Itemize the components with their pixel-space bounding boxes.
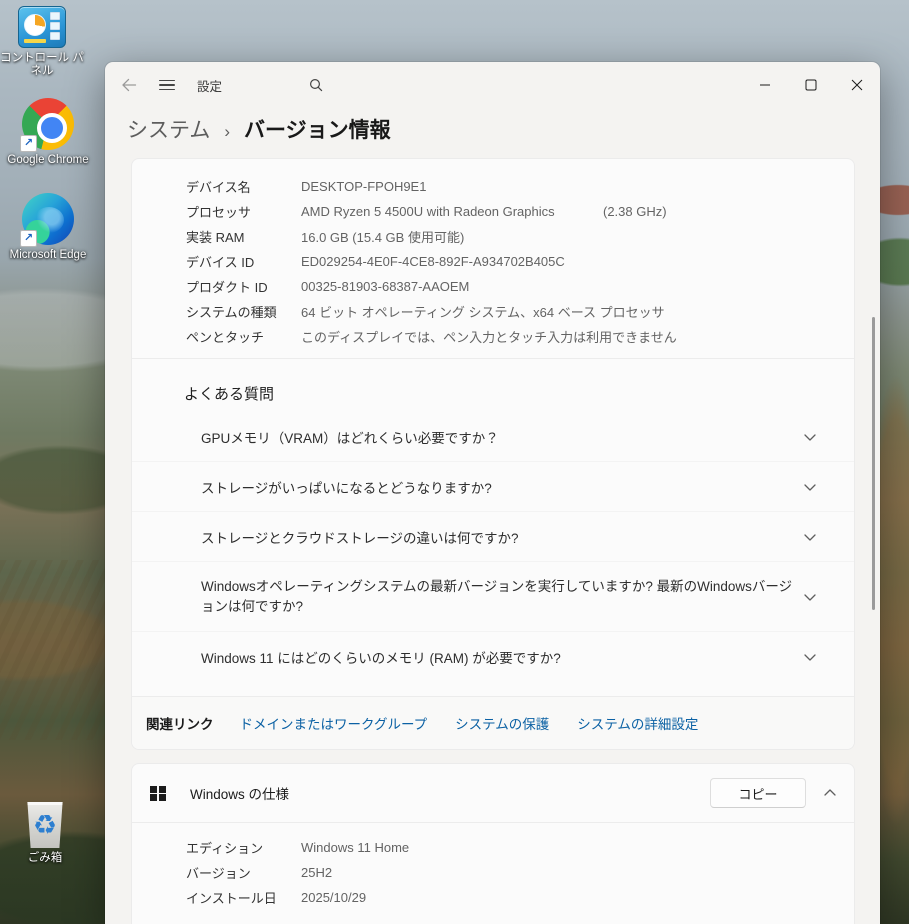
spec-value: 16.0 GB (15.4 GB 使用可能) [301, 227, 464, 246]
related-links-bar: 関連リンク ドメインまたはワークグループ システムの保護 システムの詳細設定 [132, 696, 854, 749]
title-bar: 設定 [105, 62, 880, 108]
desktop-icon-label: コントロール パネル [0, 52, 84, 78]
faq-item-vram[interactable]: GPUメモリ（VRAM）はどれくらい必要ですか？ [132, 412, 854, 462]
close-button[interactable] [834, 62, 880, 108]
search-icon[interactable] [308, 77, 324, 93]
node-glyph [50, 22, 60, 30]
shortcut-arrow-icon: ↗ [20, 230, 37, 247]
spec-label: エディション [186, 838, 301, 857]
caption-buttons [742, 62, 880, 108]
edge-icon: ↗ [22, 193, 74, 245]
desktop-icon-label: Microsoft Edge [6, 249, 90, 262]
control-panel-icon [18, 6, 66, 48]
spec-row-device-id: デバイス ID ED029254-4E0F-4CE8-892F-A934702B… [132, 249, 854, 274]
spec-label: ペンとタッチ [186, 327, 301, 346]
vertical-scrollbar-thumb[interactable] [872, 317, 875, 610]
spec-value: 00325-81903-68387-AAOEM [301, 279, 469, 294]
spec-label: デバイス名 [186, 177, 301, 196]
recycle-bin-icon: ♻ [25, 802, 65, 848]
maximize-button[interactable] [788, 62, 834, 108]
desktop-icon-edge[interactable]: ↗ Microsoft Edge [6, 193, 90, 262]
spec-value-clock: (2.38 GHz) [603, 204, 667, 219]
desktop-icon-control-panel[interactable]: コントロール パネル [0, 6, 84, 78]
faq-title: よくある質問 [132, 383, 854, 404]
desktop-screen: コントロール パネル ↗ Google Chrome ↗ Microsoft E… [0, 0, 909, 924]
chevron-down-icon [802, 649, 818, 668]
spec-value: 2025/10/29 [301, 890, 366, 905]
desktop-icon-label: Google Chrome [6, 154, 90, 167]
windows-spec-card: Windows の仕様 コピー エディション Windows 11 Home バ… [131, 763, 855, 924]
app-title: 設定 [197, 76, 222, 95]
spec-value: このディスプレイでは、ペン入力とタッチ入力は利用できません [301, 327, 677, 346]
copy-button[interactable]: コピー [710, 778, 806, 808]
faq-question: GPUメモリ（VRAM）はどれくらい必要ですか？ [201, 427, 499, 447]
breadcrumb-system[interactable]: システム [127, 114, 210, 144]
spec-value: AMD Ryzen 5 4500U with Radeon Graphics [301, 204, 555, 219]
spec-value: ED029254-4E0F-4CE8-892F-A934702B405C [301, 254, 565, 269]
spec-label: プロセッサ [186, 202, 301, 221]
spec-row-edition: エディション Windows 11 Home [132, 835, 854, 860]
hamburger-menu-icon[interactable] [159, 80, 175, 91]
spec-label: インストール日 [186, 888, 301, 907]
faq-item-latest-version[interactable]: Windowsオペレーティングシステムの最新バージョンを実行していますか? 最新… [132, 562, 854, 632]
device-specs-list: デバイス名 DESKTOP-FPOH9E1 プロセッサ AMD Ryzen 5 … [132, 159, 854, 358]
spec-value: 64 ビット オペレーティング システム、x64 ベース プロセッサ [301, 302, 665, 321]
chevron-down-icon [802, 529, 818, 548]
spec-row-install-date: インストール日 2025/10/29 [132, 885, 854, 910]
settings-window: 設定 システム › バージョン情報 [105, 62, 880, 924]
node-glyph [50, 12, 60, 20]
device-specifications-card: デバイス名 DESKTOP-FPOH9E1 プロセッサ AMD Ryzen 5 … [131, 158, 855, 750]
shortcut-arrow-icon: ↗ [20, 135, 37, 152]
spec-row-device-name: デバイス名 DESKTOP-FPOH9E1 [132, 174, 854, 199]
desktop-icon-chrome[interactable]: ↗ Google Chrome [6, 98, 90, 167]
spec-row-processor: プロセッサ AMD Ryzen 5 4500U with Radeon Grap… [132, 199, 854, 224]
chevron-down-icon [802, 589, 818, 611]
spec-row-version: バージョン 25H2 [132, 860, 854, 885]
related-links-title: 関連リンク [146, 713, 214, 733]
spec-label: 実装 RAM [186, 227, 301, 246]
spec-value: DESKTOP-FPOH9E1 [301, 179, 426, 194]
spec-label: バージョン [186, 863, 301, 882]
faq-section: よくある質問 GPUメモリ（VRAM）はどれくらい必要ですか？ ストレージがいっ… [132, 359, 854, 691]
spec-row-system-type: システムの種類 64 ビット オペレーティング システム、x64 ベース プロセ… [132, 299, 854, 324]
faq-item-cloud-storage[interactable]: ストレージとクラウドストレージの違いは何ですか? [132, 512, 854, 562]
faq-item-storage-full[interactable]: ストレージがいっぱいになるとどうなりますか? [132, 462, 854, 512]
breadcrumb: システム › バージョン情報 [105, 108, 880, 144]
windows-spec-header: Windows の仕様 コピー [132, 764, 854, 822]
bar-glyph [24, 39, 46, 43]
spec-row-product-id: プロダクト ID 00325-81903-68387-AAOEM [132, 274, 854, 299]
windows-logo-icon [150, 786, 165, 801]
minimize-button[interactable] [742, 62, 788, 108]
page-title: バージョン情報 [244, 114, 391, 144]
desktop-icon-recycle-bin[interactable]: ♻ ごみ箱 [3, 802, 87, 865]
faq-question: ストレージとクラウドストレージの違いは何ですか? [201, 527, 518, 547]
back-icon[interactable] [121, 77, 137, 93]
chevron-down-icon [802, 479, 818, 498]
spec-row-pen-touch: ペンとタッチ このディスプレイでは、ペン入力とタッチ入力は利用できません [132, 324, 854, 349]
link-system-protection[interactable]: システムの保護 [455, 713, 549, 733]
spec-value: Windows 11 Home [301, 840, 409, 855]
settings-content: デバイス名 DESKTOP-FPOH9E1 プロセッサ AMD Ryzen 5 … [105, 155, 880, 924]
chrome-icon: ↗ [22, 98, 74, 150]
spec-label: デバイス ID [186, 252, 301, 271]
node-glyph [50, 32, 60, 40]
spec-row-ram: 実装 RAM 16.0 GB (15.4 GB 使用可能) [132, 224, 854, 249]
link-domain-workgroup[interactable]: ドメインまたはワークグループ [240, 713, 428, 733]
windows-spec-list: エディション Windows 11 Home バージョン 25H2 インストール… [132, 823, 854, 918]
breadcrumb-separator-icon: › [224, 122, 230, 142]
desktop-icon-label: ごみ箱 [3, 852, 87, 865]
windows-spec-title: Windows の仕様 [190, 783, 289, 803]
faq-question: Windowsオペレーティングシステムの最新バージョンを実行していますか? 最新… [201, 577, 794, 617]
spec-value: 25H2 [301, 865, 332, 880]
pie-chart-glyph [24, 14, 46, 36]
link-advanced-system-settings[interactable]: システムの詳細設定 [577, 713, 698, 733]
faq-item-ram-requirement[interactable]: Windows 11 にはどのくらいのメモリ (RAM) が必要ですか? [132, 632, 854, 681]
recycle-glyph: ♻ [25, 802, 65, 848]
spec-label: システムの種類 [186, 302, 301, 321]
chevron-down-icon [802, 429, 818, 448]
chevron-up-icon[interactable] [822, 785, 838, 801]
spec-label: プロダクト ID [186, 277, 301, 296]
faq-question: Windows 11 にはどのくらいのメモリ (RAM) が必要ですか? [201, 647, 561, 667]
faq-question: ストレージがいっぱいになるとどうなりますか? [201, 477, 492, 497]
